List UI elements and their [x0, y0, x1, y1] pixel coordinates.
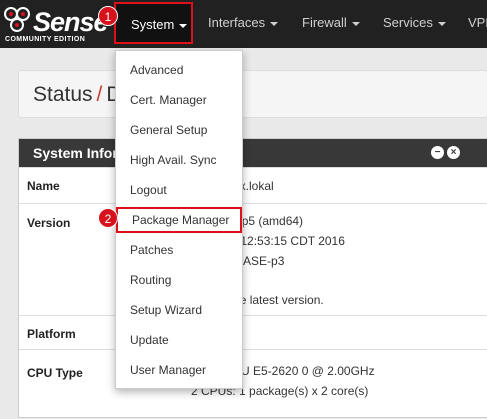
- table-row: Name edml-linux.lokal: [19, 167, 487, 203]
- panel-title: System Infor: [33, 145, 118, 161]
- pfsense-logo[interactable]: Sense COMMUNITY EDITION: [3, 3, 113, 45]
- step-badge-2: 2: [98, 208, 118, 228]
- caret-down-icon: [351, 21, 360, 26]
- nav-vpn[interactable]: VPN: [468, 0, 487, 48]
- menu-item-general-setup[interactable]: General Setup: [116, 117, 242, 143]
- breadcrumb-separator: /: [96, 83, 103, 106]
- page-title: Status / D: [33, 83, 122, 107]
- table-row: Platform: [19, 315, 487, 349]
- nav-firewall-label: Firewall: [302, 15, 347, 30]
- menu-item-user-manager[interactable]: User Manager: [116, 357, 242, 383]
- system-dropdown-menu: Advanced Cert. Manager General Setup Hig…: [115, 50, 243, 389]
- row-label: CPU Type: [27, 366, 83, 380]
- nav-system[interactable]: System: [114, 2, 193, 44]
- table-row: Version ELEASE-p5 (amd64) u Jun 16 12:53…: [19, 203, 487, 315]
- caret-down-icon: [437, 21, 446, 26]
- row-label: Version: [27, 216, 71, 230]
- nav-interfaces-label: Interfaces: [208, 15, 266, 30]
- nav-firewall[interactable]: Firewall: [302, 0, 360, 48]
- menu-item-package-manager[interactable]: Package Manager: [116, 207, 242, 233]
- menu-item-setup-wizard[interactable]: Setup Wizard: [116, 297, 242, 323]
- nav-system-label: System: [131, 17, 175, 32]
- nav-services-label: Services: [383, 15, 433, 30]
- top-navbar: Sense COMMUNITY EDITION System Interface…: [0, 0, 487, 48]
- row-label: Name: [27, 179, 60, 193]
- logo-mark-icon: [4, 7, 30, 32]
- logo-brand: Sense: [33, 7, 109, 37]
- nav-vpn-label: VPN: [468, 15, 487, 30]
- nav-interfaces[interactable]: Interfaces: [208, 0, 279, 48]
- menu-item-routing[interactable]: Routing: [116, 267, 242, 293]
- breadcrumb-status[interactable]: Status: [33, 83, 93, 106]
- step-badge-1: 1: [98, 6, 118, 26]
- system-information-panel: System Infor − × Name edml-linux.lokal V…: [18, 138, 487, 418]
- caret-down-icon: [179, 23, 188, 28]
- minimize-icon[interactable]: −: [431, 146, 444, 159]
- caret-down-icon: [270, 21, 279, 26]
- panel-heading: System Infor − ×: [19, 139, 487, 167]
- logo-edition: COMMUNITY EDITION: [5, 36, 86, 43]
- row-label: Platform: [27, 327, 76, 341]
- menu-item-update[interactable]: Update: [116, 327, 242, 353]
- nav-services[interactable]: Services: [383, 0, 446, 48]
- page-header: Status / D: [18, 70, 487, 118]
- menu-item-high-avail-sync[interactable]: High Avail. Sync: [116, 147, 242, 173]
- menu-item-patches[interactable]: Patches: [116, 237, 242, 263]
- menu-item-cert-manager[interactable]: Cert. Manager: [116, 87, 242, 113]
- table-row: CPU Type on(R) CPU E5-2620 0 @ 2.00GHz 2…: [19, 349, 487, 419]
- menu-item-logout[interactable]: Logout: [116, 177, 242, 203]
- menu-item-advanced[interactable]: Advanced: [116, 57, 242, 83]
- close-icon[interactable]: ×: [447, 146, 460, 159]
